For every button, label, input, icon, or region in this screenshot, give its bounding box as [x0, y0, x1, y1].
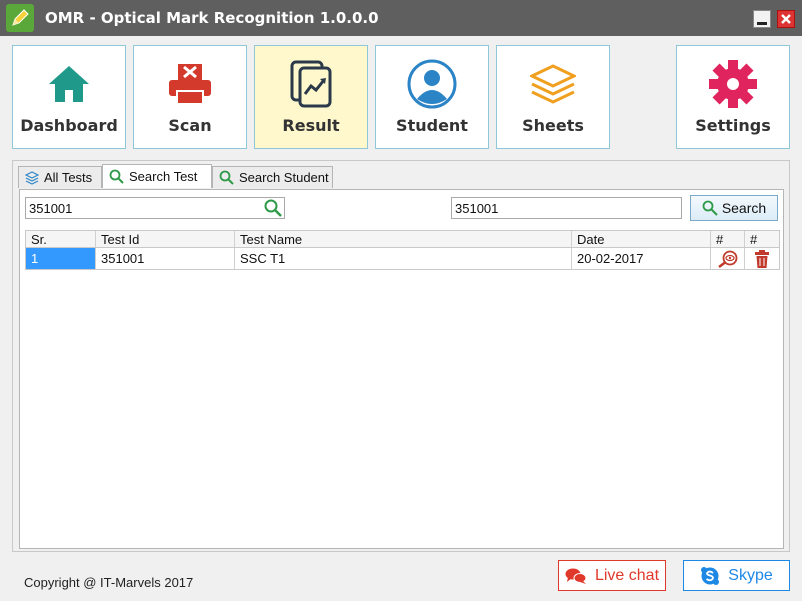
results-table: Sr. Test Id Test Name Date # # 1 351001 … [25, 230, 780, 271]
delete-result-button[interactable] [745, 248, 779, 269]
search-button-label: Search [721, 200, 767, 216]
column-header-date[interactable]: Date [572, 231, 711, 247]
search-icon[interactable] [264, 199, 282, 217]
minimize-button[interactable] [753, 10, 771, 28]
search-button[interactable]: Search [690, 195, 778, 221]
tab-all-tests[interactable]: All Tests [18, 166, 102, 188]
layers-icon [530, 64, 576, 104]
chart-document-icon [290, 60, 332, 108]
search-icon [702, 200, 718, 216]
tab-search-test-label: Search Test [129, 169, 198, 184]
skype-button[interactable]: Skype [683, 560, 790, 591]
column-header-test-id[interactable]: Test Id [96, 231, 235, 247]
student-button[interactable]: Student [375, 45, 489, 149]
table-row[interactable]: 1 351001 SSC T1 20-02-2017 [25, 248, 780, 270]
live-chat-label: Live chat [594, 566, 660, 584]
skype-icon [701, 566, 720, 585]
cell-date[interactable]: 20-02-2017 [572, 248, 711, 269]
result-button[interactable]: Result [254, 45, 368, 149]
title-bar: OMR - Optical Mark Recognition 1.0.0.0 [0, 0, 802, 36]
view-icon [717, 250, 737, 268]
column-header-test-name[interactable]: Test Name [235, 231, 572, 247]
search-icon [219, 170, 234, 185]
column-header-view[interactable]: # [711, 231, 745, 247]
column-header-delete[interactable]: # [745, 231, 779, 247]
scan-button[interactable]: Scan [133, 45, 247, 149]
dashboard-button[interactable]: Dashboard [12, 45, 126, 149]
copyright-text: Copyright @ IT-Marvels 2017 [24, 575, 194, 590]
tab-search-test[interactable]: Search Test [102, 164, 212, 188]
second-search-value: 351001 [455, 201, 499, 216]
printer-icon [169, 64, 211, 105]
close-button[interactable] [777, 10, 795, 28]
close-icon [781, 14, 791, 24]
test-search-value: 351001 [29, 201, 73, 216]
sheets-button[interactable]: Sheets [496, 45, 610, 149]
result-label: Result [282, 116, 340, 135]
test-search-input[interactable]: 351001 [25, 197, 285, 219]
live-chat-button[interactable]: Live chat [558, 560, 666, 591]
dashboard-label: Dashboard [20, 116, 118, 135]
scan-label: Scan [168, 116, 212, 135]
cell-test-name[interactable]: SSC T1 [235, 248, 572, 269]
table-header: Sr. Test Id Test Name Date # # [25, 230, 780, 248]
tab-search-student[interactable]: Search Student [212, 166, 333, 188]
search-test-tab-content: 351001 351001 Search Sr. Test Id Test Na… [19, 189, 784, 549]
view-result-button[interactable] [711, 248, 745, 269]
tab-all-tests-label: All Tests [44, 170, 93, 185]
gear-icon [709, 60, 757, 108]
cell-test-id[interactable]: 351001 [96, 248, 235, 269]
settings-label: Settings [695, 116, 771, 135]
chat-icon [565, 568, 587, 584]
home-icon [49, 66, 89, 102]
sheets-label: Sheets [522, 116, 584, 135]
cell-sr[interactable]: 1 [26, 248, 96, 269]
stack-icon [25, 170, 39, 185]
skype-label: Skype [728, 566, 773, 584]
column-header-sr[interactable]: Sr. [26, 231, 96, 247]
main-window: Dashboard Scan Result Student Sheets Set… [0, 36, 802, 601]
tab-search-student-label: Search Student [239, 170, 329, 185]
second-search-input[interactable]: 351001 [451, 197, 682, 219]
search-icon [109, 169, 124, 184]
student-label: Student [396, 116, 468, 135]
pencil-icon [6, 4, 34, 32]
user-icon [407, 59, 457, 109]
settings-button[interactable]: Settings [676, 45, 790, 149]
trash-icon [755, 249, 769, 268]
content-panel: All Tests Search Test Search Student 351… [12, 160, 790, 552]
window-title: OMR - Optical Mark Recognition 1.0.0.0 [45, 9, 379, 27]
